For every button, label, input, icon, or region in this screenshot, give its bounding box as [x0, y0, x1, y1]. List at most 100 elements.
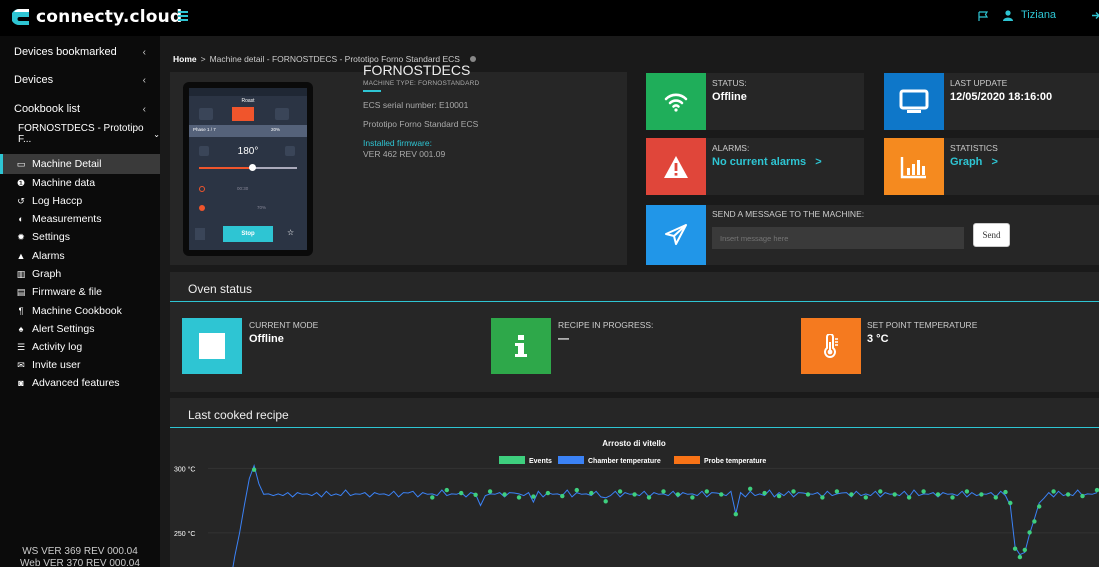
- sidebar-item-settings[interactable]: ✹ Settings: [0, 228, 160, 246]
- sidebar-menu-devices-bookmarked[interactable]: Devices bookmarked ‹: [0, 38, 160, 66]
- legend-label[interactable]: Chamber temperature: [588, 458, 661, 465]
- sidebar-menu-label: Cookbook list: [14, 103, 81, 115]
- chevron-left-icon: ‹: [142, 103, 146, 115]
- sidebar-item-alarms[interactable]: ▲ Alarms: [0, 247, 160, 265]
- event-point[interactable]: [516, 495, 522, 500]
- event-point[interactable]: [1008, 500, 1013, 506]
- event-point[interactable]: [1065, 492, 1071, 497]
- info-icon: ❶: [16, 177, 26, 188]
- event-point[interactable]: [878, 489, 883, 494]
- sidebar-item-log-haccp[interactable]: ↺ Log Haccp: [0, 192, 160, 210]
- event-point[interactable]: [1080, 493, 1085, 499]
- tachometer-icon: ◐: [18, 214, 24, 224]
- last-recipe-panel: Last cooked recipe Arrosto di vitello Ev…: [170, 398, 1099, 567]
- warning-icon: ▲: [16, 251, 26, 261]
- sidebar-item-machine-data[interactable]: ❶ Machine data: [0, 174, 160, 192]
- event-point[interactable]: [459, 490, 464, 496]
- event-point[interactable]: [791, 489, 796, 494]
- event-point[interactable]: [1022, 547, 1027, 553]
- event-point[interactable]: [531, 494, 536, 499]
- event-point[interactable]: [849, 492, 854, 497]
- event-point[interactable]: [979, 492, 984, 497]
- sidebar-item-machine-cookbook[interactable]: ¶ Machine Cookbook: [0, 302, 160, 320]
- event-point[interactable]: [805, 492, 811, 497]
- event-point[interactable]: [574, 487, 579, 493]
- menu-toggle-icon[interactable]: [178, 11, 188, 23]
- event-point[interactable]: [906, 495, 912, 500]
- event-point[interactable]: [820, 495, 825, 500]
- sidebar-item-advanced-features[interactable]: ◙ Advanced features: [0, 374, 160, 392]
- sidebar-item-label: Advanced features: [32, 377, 120, 389]
- event-point[interactable]: [473, 492, 478, 497]
- event-point[interactable]: [502, 492, 507, 497]
- machine-name: FORNOSTDECS: [363, 62, 471, 78]
- flag-icon[interactable]: [978, 11, 989, 25]
- event-point[interactable]: [632, 492, 637, 497]
- breadcrumb-home[interactable]: Home: [173, 54, 197, 64]
- user-menu[interactable]: Tiziana: [1003, 9, 1056, 21]
- event-point[interactable]: [1037, 504, 1042, 509]
- event-point[interactable]: [892, 492, 897, 497]
- event-point[interactable]: [950, 495, 955, 500]
- event-point[interactable]: [1032, 519, 1037, 524]
- event-point[interactable]: [1051, 489, 1056, 494]
- event-point[interactable]: [646, 495, 652, 500]
- main-content: Home > Machine detail - FORNOSTDECS - Pr…: [160, 36, 1099, 567]
- event-point[interactable]: [1012, 546, 1018, 551]
- sidebar-menu-devices[interactable]: Devices ‹: [0, 66, 160, 94]
- event-point[interactable]: [617, 489, 623, 494]
- event-point[interactable]: [748, 486, 753, 491]
- event-point[interactable]: [1094, 487, 1099, 493]
- event-point[interactable]: [935, 492, 941, 497]
- event-point[interactable]: [487, 489, 493, 494]
- event-point[interactable]: [719, 492, 724, 497]
- event-point[interactable]: [863, 495, 868, 500]
- statistics-link[interactable]: Graph >: [950, 156, 998, 168]
- event-point[interactable]: [690, 495, 695, 500]
- statistics-card[interactable]: STATISTICS Graph >: [884, 138, 1099, 195]
- sidebar-item-graph[interactable]: ▥ Graph: [0, 265, 160, 283]
- event-point[interactable]: [589, 490, 594, 496]
- event-point[interactable]: [993, 495, 998, 500]
- message-input[interactable]: [712, 227, 964, 249]
- event-point[interactable]: [964, 489, 970, 494]
- sidebar-item-activity-log[interactable]: ☰ Activity log: [0, 338, 160, 356]
- event-point[interactable]: [1003, 489, 1008, 495]
- event-point[interactable]: [444, 487, 449, 493]
- sidebar-item-measurements[interactable]: ◐ Measurements: [0, 210, 160, 228]
- event-point[interactable]: [834, 489, 840, 494]
- sidebar-menu-cookbook-list[interactable]: Cookbook list ‹: [0, 95, 160, 123]
- event-point[interactable]: [704, 489, 709, 494]
- sidebar-item-machine-detail[interactable]: ▭ Machine Detail: [0, 154, 160, 174]
- event-point[interactable]: [560, 493, 565, 499]
- send-button[interactable]: Send: [973, 223, 1010, 247]
- event-point[interactable]: [675, 492, 681, 497]
- legend-label[interactable]: Events: [529, 458, 552, 465]
- event-point[interactable]: [733, 512, 738, 517]
- legend-swatch[interactable]: [674, 456, 700, 464]
- sidebar-item-invite-user[interactable]: ✉ Invite user: [0, 356, 160, 374]
- alarms-card[interactable]: ALARMS: No current alarms >: [646, 138, 864, 195]
- thermometer-icon: [801, 318, 861, 374]
- event-point[interactable]: [1017, 554, 1023, 560]
- brand-logo[interactable]: connecty.cloud: [11, 6, 182, 28]
- sidebar-item-firmware-file[interactable]: ▤ Firmware & file: [0, 283, 160, 301]
- event-point[interactable]: [603, 499, 608, 504]
- machine-selector[interactable]: FORNOSTDECS - Prototipo F... ⌄: [0, 120, 160, 148]
- event-point[interactable]: [921, 489, 926, 494]
- sidebar-item-alert-settings[interactable]: ♠ Alert Settings: [0, 320, 160, 338]
- alarms-link[interactable]: No current alarms >: [712, 156, 822, 168]
- event-point[interactable]: [545, 490, 551, 496]
- legend-swatch[interactable]: [499, 456, 525, 464]
- event-point[interactable]: [430, 495, 435, 500]
- legend-swatch[interactable]: [558, 456, 584, 464]
- event-point[interactable]: [762, 490, 767, 496]
- file-icon: ▤: [16, 286, 26, 297]
- event-point[interactable]: [661, 489, 666, 494]
- logout-icon[interactable]: [1092, 10, 1099, 24]
- event-point[interactable]: [1027, 530, 1032, 535]
- event-point[interactable]: [251, 467, 257, 472]
- connecty-logo-icon: [11, 6, 32, 28]
- legend-label[interactable]: Probe temperature: [704, 458, 766, 465]
- event-point[interactable]: [776, 493, 782, 499]
